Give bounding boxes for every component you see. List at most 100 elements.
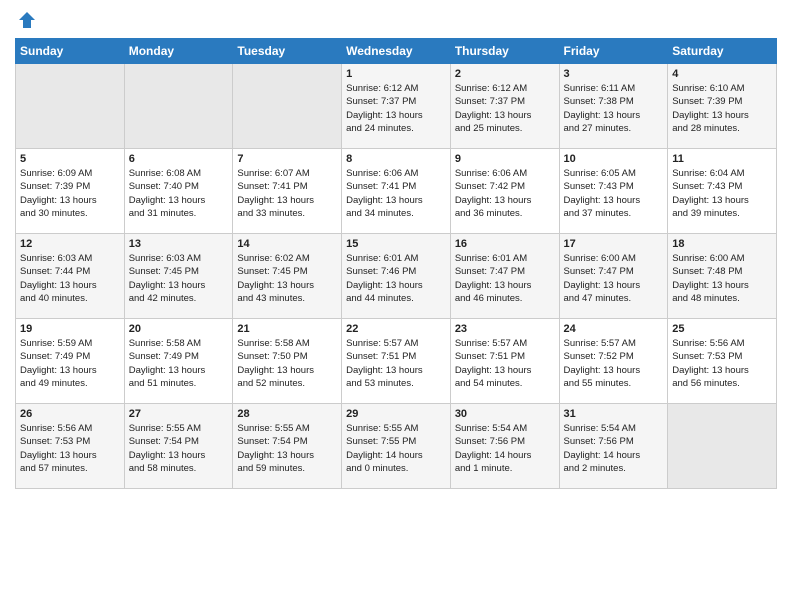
day-number: 21 [237,323,337,335]
calendar-cell: 14 Sunrise: 6:02 AM Sunset: 7:45 PM Dayli… [233,234,342,319]
calendar-cell: 29 Sunrise: 5:55 AM Sunset: 7:55 PM Dayli… [342,404,451,489]
day-number: 12 [20,238,120,250]
day-number: 15 [346,238,446,250]
day-info: Sunrise: 5:59 AM Sunset: 7:49 PM Dayligh… [20,337,120,390]
week-row-3: 12 Sunrise: 6:03 AM Sunset: 7:44 PM Dayli… [16,234,777,319]
day-number: 8 [346,153,446,165]
calendar-container: SundayMondayTuesdayWednesdayThursdayFrid… [0,0,792,504]
calendar-cell: 2Sunrise: 6:12 AM Sunset: 7:37 PM Daylig… [450,64,559,149]
day-number: 16 [455,238,555,250]
calendar-cell: 24 Sunrise: 5:57 AM Sunset: 7:52 PM Dayli… [559,319,668,404]
calendar-cell: 20 Sunrise: 5:58 AM Sunset: 7:49 PM Dayli… [124,319,233,404]
calendar-cell: 1 Sunrise: 6:12 AM Sunset: 7:37 PM Daylig… [342,64,451,149]
day-info: Sunrise: 6:02 AM Sunset: 7:45 PM Dayligh… [237,252,337,305]
calendar-cell: 28Sunrise: 5:55 AM Sunset: 7:54 PM Dayli… [233,404,342,489]
day-header-friday: Friday [559,39,668,64]
day-number: 20 [129,323,229,335]
day-info: Sunrise: 6:08 AM Sunset: 7:40 PM Dayligh… [129,167,229,220]
calendar-cell: 7Sunrise: 6:07 AM Sunset: 7:41 PM Daylig… [233,149,342,234]
day-number: 6 [129,153,229,165]
calendar-cell: 9 Sunrise: 6:06 AM Sunset: 7:42 PM Daylig… [450,149,559,234]
day-number: 31 [564,408,664,420]
day-info: Sunrise: 5:54 AM Sunset: 7:56 PM Dayligh… [564,422,664,475]
day-info: Sunrise: 5:55 AM Sunset: 7:55 PM Dayligh… [346,422,446,475]
calendar-cell: 3Sunrise: 6:11 AM Sunset: 7:38 PM Daylig… [559,64,668,149]
calendar-cell: 16Sunrise: 6:01 AM Sunset: 7:47 PM Dayli… [450,234,559,319]
calendar-cell: 13 Sunrise: 6:03 AM Sunset: 7:45 PM Dayli… [124,234,233,319]
day-info: Sunrise: 5:57 AM Sunset: 7:52 PM Dayligh… [564,337,664,390]
calendar-cell [124,64,233,149]
day-number: 17 [564,238,664,250]
day-number: 5 [20,153,120,165]
calendar-cell: 11Sunrise: 6:04 AM Sunset: 7:43 PM Dayli… [668,149,777,234]
calendar-cell: 6 Sunrise: 6:08 AM Sunset: 7:40 PM Daylig… [124,149,233,234]
day-info: Sunrise: 6:00 AM Sunset: 7:48 PM Dayligh… [672,252,772,305]
day-number: 10 [564,153,664,165]
day-info: Sunrise: 5:56 AM Sunset: 7:53 PM Dayligh… [672,337,772,390]
calendar-cell [16,64,125,149]
day-info: Sunrise: 6:05 AM Sunset: 7:43 PM Dayligh… [564,167,664,220]
calendar-cell: 15 Sunrise: 6:01 AM Sunset: 7:46 PM Dayli… [342,234,451,319]
calendar-cell: 27 Sunrise: 5:55 AM Sunset: 7:54 PM Dayli… [124,404,233,489]
day-number: 25 [672,323,772,335]
week-row-5: 26 Sunrise: 5:56 AM Sunset: 7:53 PM Dayli… [16,404,777,489]
day-info: Sunrise: 6:10 AM Sunset: 7:39 PM Dayligh… [672,82,772,135]
day-info: Sunrise: 6:03 AM Sunset: 7:44 PM Dayligh… [20,252,120,305]
day-info: Sunrise: 5:55 AM Sunset: 7:54 PM Dayligh… [129,422,229,475]
day-info: Sunrise: 5:58 AM Sunset: 7:49 PM Dayligh… [129,337,229,390]
day-header-tuesday: Tuesday [233,39,342,64]
day-number: 14 [237,238,337,250]
calendar-cell: 8 Sunrise: 6:06 AM Sunset: 7:41 PM Daylig… [342,149,451,234]
day-number: 30 [455,408,555,420]
day-number: 19 [20,323,120,335]
calendar-cell: 26 Sunrise: 5:56 AM Sunset: 7:53 PM Dayli… [16,404,125,489]
day-info: Sunrise: 5:57 AM Sunset: 7:51 PM Dayligh… [346,337,446,390]
day-info: Sunrise: 6:06 AM Sunset: 7:41 PM Dayligh… [346,167,446,220]
calendar-cell: 22 Sunrise: 5:57 AM Sunset: 7:51 PM Dayli… [342,319,451,404]
day-number: 27 [129,408,229,420]
day-number: 13 [129,238,229,250]
day-info: Sunrise: 6:12 AM Sunset: 7:37 PM Dayligh… [346,82,446,135]
day-number: 3 [564,68,664,80]
day-number: 22 [346,323,446,335]
day-number: 4 [672,68,772,80]
day-info: Sunrise: 6:06 AM Sunset: 7:42 PM Dayligh… [455,167,555,220]
day-info: Sunrise: 5:55 AM Sunset: 7:54 PM Dayligh… [237,422,337,475]
day-number: 1 [346,68,446,80]
day-header-thursday: Thursday [450,39,559,64]
header [15,10,777,30]
calendar-cell: 4 Sunrise: 6:10 AM Sunset: 7:39 PM Daylig… [668,64,777,149]
day-number: 9 [455,153,555,165]
day-number: 23 [455,323,555,335]
day-info: Sunrise: 5:56 AM Sunset: 7:53 PM Dayligh… [20,422,120,475]
day-number: 2 [455,68,555,80]
calendar-cell: 12 Sunrise: 6:03 AM Sunset: 7:44 PM Dayli… [16,234,125,319]
day-info: Sunrise: 5:57 AM Sunset: 7:51 PM Dayligh… [455,337,555,390]
day-info: Sunrise: 6:09 AM Sunset: 7:39 PM Dayligh… [20,167,120,220]
day-number: 29 [346,408,446,420]
calendar-cell: 10 Sunrise: 6:05 AM Sunset: 7:43 PM Dayli… [559,149,668,234]
week-row-2: 5 Sunrise: 6:09 AM Sunset: 7:39 PM Daylig… [16,149,777,234]
day-header-wednesday: Wednesday [342,39,451,64]
day-number: 18 [672,238,772,250]
day-number: 26 [20,408,120,420]
logo [15,10,39,30]
day-info: Sunrise: 6:04 AM Sunset: 7:43 PM Dayligh… [672,167,772,220]
day-info: Sunrise: 6:01 AM Sunset: 7:46 PM Dayligh… [346,252,446,305]
calendar-cell: 18 Sunrise: 6:00 AM Sunset: 7:48 PM Dayli… [668,234,777,319]
day-header-sunday: Sunday [16,39,125,64]
day-info: Sunrise: 6:03 AM Sunset: 7:45 PM Dayligh… [129,252,229,305]
calendar-cell: 5 Sunrise: 6:09 AM Sunset: 7:39 PM Daylig… [16,149,125,234]
calendar-table: SundayMondayTuesdayWednesdayThursdayFrid… [15,38,777,489]
calendar-cell: 21Sunrise: 5:58 AM Sunset: 7:50 PM Dayli… [233,319,342,404]
calendar-cell: 19 Sunrise: 5:59 AM Sunset: 7:49 PM Dayli… [16,319,125,404]
calendar-cell: 17Sunrise: 6:00 AM Sunset: 7:47 PM Dayli… [559,234,668,319]
day-header-monday: Monday [124,39,233,64]
day-header-saturday: Saturday [668,39,777,64]
calendar-cell: 25 Sunrise: 5:56 AM Sunset: 7:53 PM Dayli… [668,319,777,404]
logo-icon [17,10,37,30]
week-row-4: 19 Sunrise: 5:59 AM Sunset: 7:49 PM Dayli… [16,319,777,404]
days-header-row: SundayMondayTuesdayWednesdayThursdayFrid… [16,39,777,64]
day-number: 24 [564,323,664,335]
calendar-cell: 30Sunrise: 5:54 AM Sunset: 7:56 PM Dayli… [450,404,559,489]
